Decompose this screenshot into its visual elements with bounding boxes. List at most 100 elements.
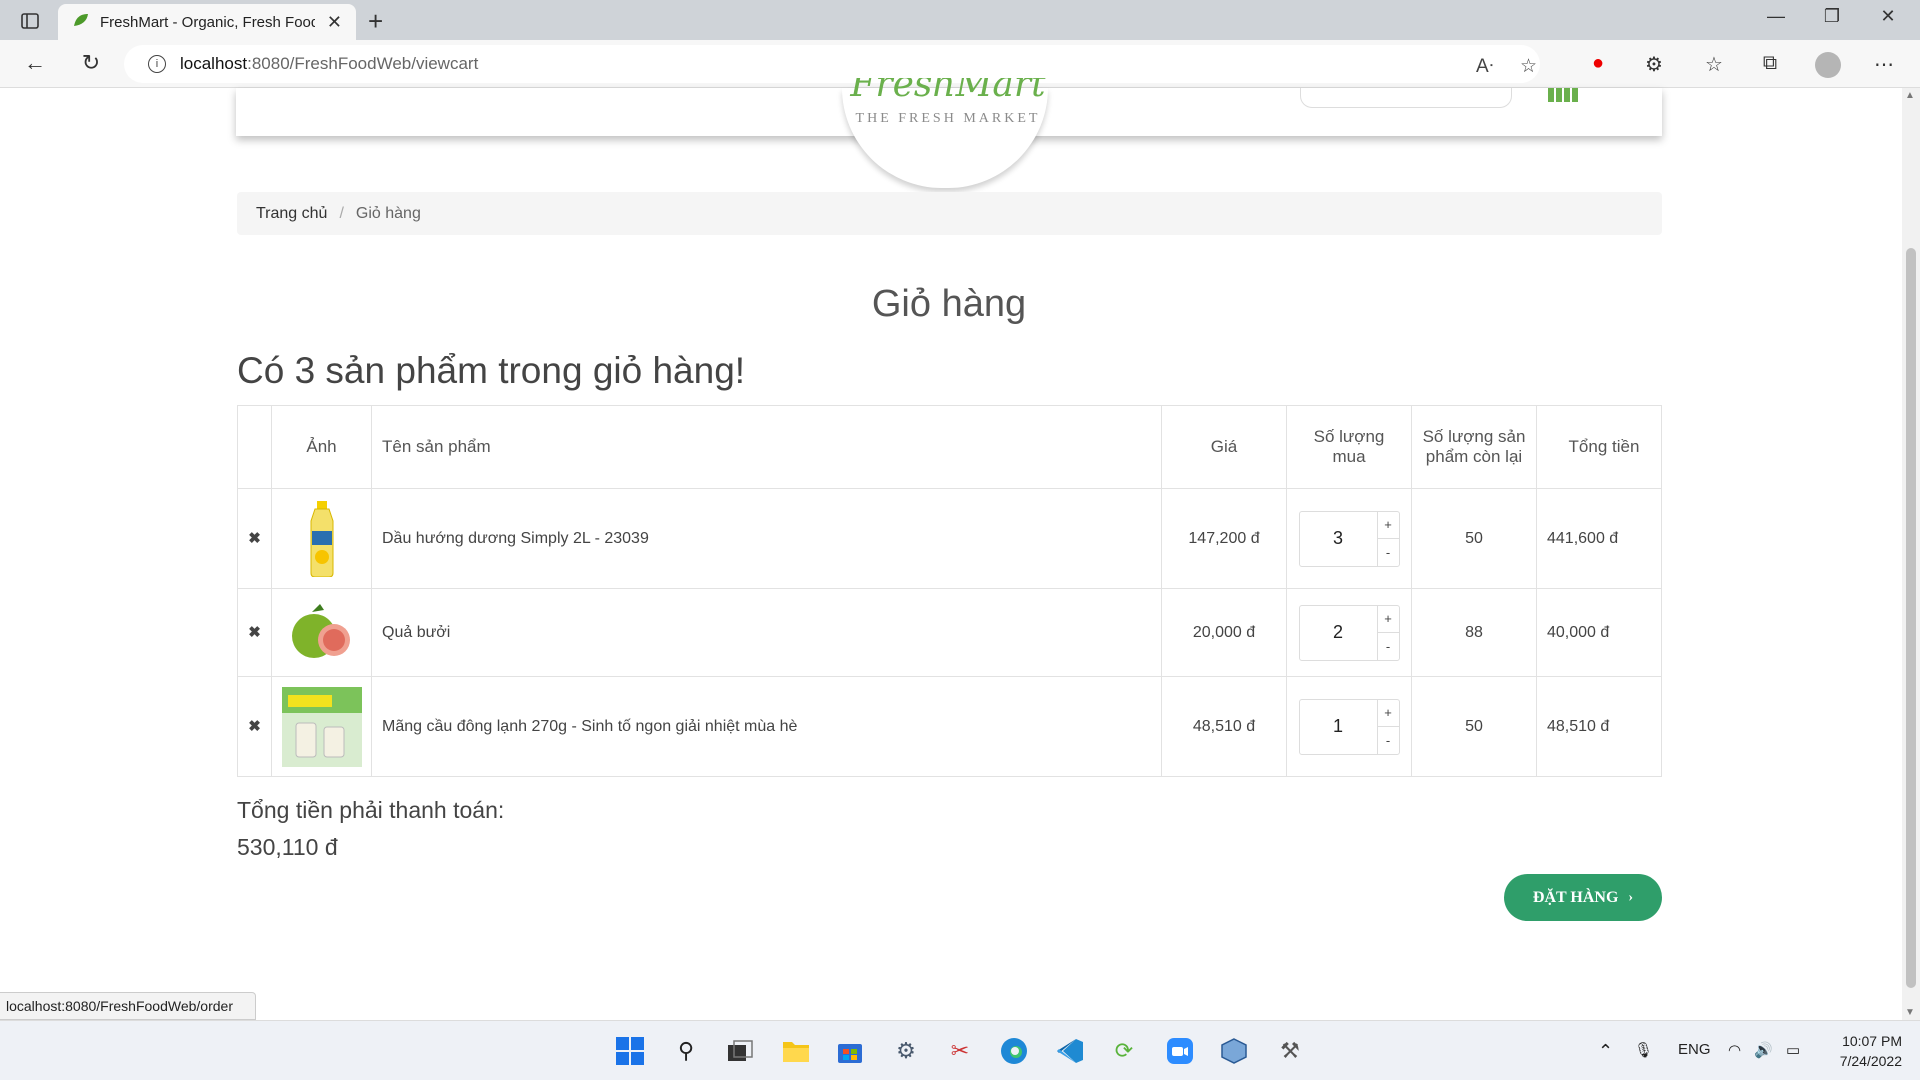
place-order-button[interactable]: ĐẶT HÀNG › (1504, 874, 1662, 921)
product-stock: 50 (1411, 488, 1537, 589)
info-icon[interactable]: i (148, 55, 166, 73)
volume-icon[interactable]: 🔊 (1754, 1041, 1773, 1059)
tab-title: FreshMart - Organic, Fresh Food (100, 13, 315, 31)
close-window-icon[interactable]: ✕ (1868, 6, 1908, 27)
opera-extension-icon[interactable]: ● (1584, 52, 1612, 75)
remove-item-icon[interactable]: ✖ (248, 530, 261, 547)
remove-item-icon[interactable]: ✖ (248, 718, 261, 735)
settings-gear-icon[interactable]: ⚙ (890, 1035, 922, 1067)
quantity-input[interactable]: 3 (1300, 512, 1377, 566)
microsoft-store-icon[interactable] (834, 1035, 866, 1067)
decrease-qty-button[interactable]: - (1377, 538, 1399, 566)
quantity-input[interactable]: 1 (1300, 700, 1377, 754)
taskbar: ⚲ ⚙ ✂ ⟳ ⚒ ⌃ 🎙 ENG ◠ 🔊 ▭ 10:07 PM 7/24/20… (0, 1020, 1920, 1080)
scroll-down-icon[interactable]: ▼ (1905, 1007, 1915, 1018)
collections-icon[interactable]: ⧉ (1756, 52, 1784, 75)
logo-tagline: THE FRESH MARKET (855, 111, 1041, 126)
restore-icon[interactable]: ❐ (1812, 6, 1852, 27)
virtualbox-icon[interactable] (1218, 1035, 1250, 1067)
product-price: 147,200 đ (1161, 488, 1287, 589)
task-view-icon[interactable] (724, 1035, 756, 1067)
remove-item-icon[interactable]: ✖ (248, 624, 261, 641)
page-scrollbar[interactable]: ▲ ▼ (1902, 88, 1920, 1020)
header-image: Ảnh (271, 405, 372, 489)
refresh-icon[interactable]: ↻ (76, 50, 106, 76)
system-clock[interactable]: 10:07 PM 7/24/2022 (1826, 1031, 1902, 1071)
product-image-pomelo[interactable] (290, 602, 354, 664)
table-row: ✖ Dầu hướng dương Simply 2L - 23039 147,… (237, 488, 1662, 589)
header-stock: Số lượng sản phẩm còn lại (1411, 405, 1537, 489)
line-total: 48,510 đ (1536, 676, 1662, 777)
file-explorer-icon[interactable] (780, 1035, 812, 1067)
scroll-up-icon[interactable]: ▲ (1905, 90, 1915, 101)
language-indicator[interactable]: ENG (1678, 1041, 1711, 1058)
cart-basket-icon[interactable] (1546, 88, 1580, 104)
green-app-icon[interactable]: ⟳ (1108, 1035, 1140, 1067)
clock-time: 10:07 PM (1842, 1033, 1902, 1049)
product-price: 20,000 đ (1161, 588, 1287, 677)
total-value: 530,110 đ (237, 834, 338, 860)
product-image-soursop[interactable] (281, 686, 362, 767)
header-search-input[interactable] (1300, 88, 1512, 108)
back-icon[interactable]: ← (20, 50, 50, 76)
total-label: Tổng tiền phải thanh toán: (237, 797, 505, 823)
battery-icon[interactable]: ▭ (1786, 1041, 1800, 1059)
extensions-icon[interactable]: ⚙ (1640, 52, 1668, 77)
url-host: localhost (180, 54, 248, 73)
header-qty: Số lượng mua (1286, 405, 1412, 489)
page-title: Giỏ hàng (871, 283, 1027, 325)
logo-badge (842, 88, 1048, 188)
clock-date: 7/24/2022 (1839, 1053, 1902, 1069)
header-name: Tên sản phẩm (371, 405, 1162, 489)
breadcrumb-separator: / (339, 204, 344, 222)
browser-tab-active[interactable]: FreshMart - Organic, Fresh Food ✕ (58, 4, 356, 40)
read-aloud-icon[interactable]: Aᐧ (1476, 55, 1494, 78)
product-name[interactable]: Quả bưởi (371, 588, 1162, 677)
tool-app-icon[interactable]: ⚒ (1274, 1035, 1306, 1067)
leaf-favicon-icon (72, 12, 90, 33)
quantity-input[interactable]: 2 (1300, 606, 1377, 660)
favorites-icon[interactable]: ☆ (1700, 52, 1728, 77)
vscode-icon[interactable] (1054, 1035, 1086, 1067)
product-name[interactable]: Mãng cầu đông lạnh 270g - Sinh tố ngon g… (371, 676, 1162, 777)
breadcrumb-home-link[interactable]: Trang chủ (256, 205, 327, 223)
decrease-qty-button[interactable]: - (1377, 726, 1399, 754)
snipping-tool-icon[interactable]: ✂ (944, 1035, 976, 1067)
increase-qty-button[interactable]: + (1378, 700, 1399, 727)
search-icon[interactable]: ⚲ (670, 1035, 702, 1067)
scrollbar-thumb[interactable] (1906, 248, 1916, 988)
table-row: ✖ Mãng cầu đông lạnh 270g - Sinh tố ngon… (237, 676, 1662, 777)
link-status-bar: localhost:8080/FreshFoodWeb/order (0, 992, 256, 1020)
product-price: 48,510 đ (1161, 676, 1287, 777)
wifi-icon[interactable]: ◠ (1728, 1041, 1741, 1059)
profile-avatar-icon[interactable] (1814, 52, 1842, 84)
table-header-row: Ảnh Tên sản phẩm Giá Số lượng mua Số lượ… (237, 405, 1662, 489)
tab-actions-icon[interactable] (14, 8, 46, 34)
quantity-stepper: 2 + - (1298, 604, 1400, 661)
zoom-icon[interactable] (1164, 1035, 1196, 1067)
chevron-up-icon[interactable]: ⌃ (1598, 1041, 1613, 1062)
breadcrumb-current: Giỏ hàng (355, 204, 421, 222)
chevron-right-icon: › (1628, 889, 1634, 905)
product-name[interactable]: Dầu hướng dương Simply 2L - 23039 (371, 488, 1162, 589)
add-favorite-icon[interactable]: ☆ (1520, 55, 1537, 78)
close-tab-icon[interactable]: ✕ (327, 12, 342, 33)
microphone-icon[interactable]: 🎙 (1634, 1041, 1653, 1059)
decrease-qty-button[interactable]: - (1377, 632, 1399, 660)
more-menu-icon[interactable]: ⋯ (1870, 52, 1898, 77)
product-image-oil[interactable] (305, 500, 339, 577)
increase-qty-button[interactable]: + (1378, 606, 1399, 633)
windows-start-icon[interactable] (614, 1035, 646, 1067)
header-price: Giá (1161, 405, 1287, 489)
address-bar[interactable]: i localhost:8080/FreshFoodWeb/viewcart A… (124, 45, 1540, 83)
edge-browser-icon[interactable] (998, 1035, 1030, 1067)
url-path: :8080/FreshFoodWeb/viewcart (247, 54, 479, 73)
minimize-icon[interactable]: — (1756, 6, 1796, 27)
new-tab-icon[interactable]: + (368, 6, 383, 37)
browser-tabbar: FreshMart - Organic, Fresh Food ✕ + — ❐ … (0, 0, 1920, 40)
breadcrumb: Trang chủ / Giỏ hàng (237, 192, 1662, 235)
table-row: ✖ Quả bưởi 20,000 đ 2 + - 88 40,000 đ (237, 588, 1662, 677)
increase-qty-button[interactable]: + (1378, 512, 1399, 539)
logo-script[interactable]: FreshMart (838, 78, 1058, 98)
product-stock: 88 (1411, 588, 1537, 677)
